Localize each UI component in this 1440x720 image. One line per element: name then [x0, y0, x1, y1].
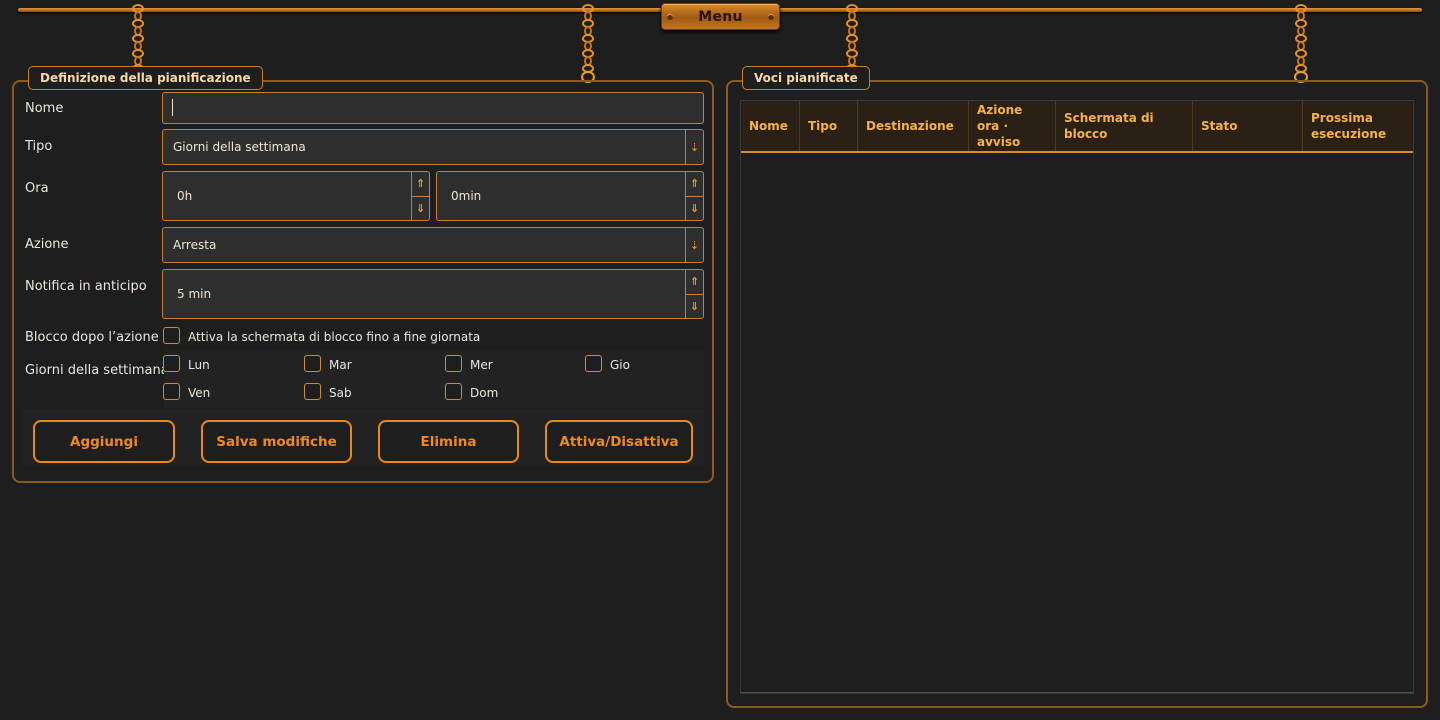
column-header-type[interactable]: Tipo: [800, 101, 858, 151]
minutes-stepper[interactable]: 0min ⇑ ⇓: [436, 171, 704, 221]
day-label-ven: Ven: [188, 386, 211, 400]
text-caret: [172, 99, 173, 116]
column-header-name[interactable]: Nome: [741, 101, 800, 151]
column-header-status[interactable]: Stato: [1193, 101, 1303, 151]
spin-up-icon[interactable]: ⇑: [412, 172, 429, 196]
lock-label: Blocco dopo l’azione: [25, 330, 159, 345]
time-label: Ora: [25, 181, 49, 196]
chain-decoration: [581, 4, 595, 83]
spin-up-icon[interactable]: ⇑: [686, 270, 703, 294]
notify-stepper[interactable]: 5 min ⇑ ⇓: [162, 269, 704, 319]
column-header-action-time[interactable]: Azione ora · avviso: [969, 101, 1056, 151]
spin-down-icon[interactable]: ⇓: [686, 293, 703, 319]
column-header-destination[interactable]: Destinazione: [858, 101, 969, 151]
day-checkbox-lun[interactable]: [163, 355, 180, 372]
action-select[interactable]: Arresta ⇣: [162, 227, 704, 263]
save-changes-button[interactable]: Salva modifiche: [201, 420, 352, 463]
column-header-next-run[interactable]: Prossima esecuzione: [1303, 101, 1413, 151]
scheduled-items-title: Voci pianificate: [742, 66, 870, 90]
type-select[interactable]: Giorni della settimana ⇣: [162, 129, 704, 165]
dropdown-arrow-icon[interactable]: ⇣: [685, 228, 703, 262]
action-value: Arresta: [173, 238, 217, 252]
notify-value: 5 min: [177, 287, 212, 301]
column-header-lock-screen[interactable]: Schermata di blocco: [1056, 101, 1193, 151]
action-label: Azione: [25, 237, 69, 252]
bolt-icon: [667, 14, 673, 20]
table-bottom-border: [741, 692, 1413, 693]
spin-down-icon[interactable]: ⇓: [686, 195, 703, 221]
day-label-dom: Dom: [470, 386, 499, 400]
minutes-value: 0min: [451, 189, 482, 203]
scheduled-items-table: Nome Tipo Destinazione Azione ora · avvi…: [740, 100, 1414, 694]
delete-button[interactable]: Elimina: [378, 420, 519, 463]
day-checkbox-sab[interactable]: [304, 383, 321, 400]
bolt-icon: [768, 14, 774, 20]
scheduled-items-panel: Voci pianificate Nome Tipo Destinazione …: [726, 66, 1428, 708]
spin-up-icon[interactable]: ⇑: [686, 172, 703, 196]
hours-stepper[interactable]: 0h ⇑ ⇓: [162, 171, 430, 221]
hours-value: 0h: [177, 189, 193, 203]
day-checkbox-ven[interactable]: [163, 383, 180, 400]
day-label-mar: Mar: [329, 358, 352, 372]
table-header: Nome Tipo Destinazione Azione ora · avvi…: [741, 101, 1413, 153]
schedule-definition-panel: Definizione della pianificazione Nome Ti…: [12, 66, 714, 483]
chain-decoration: [131, 4, 145, 73]
schedule-definition-title: Definizione della pianificazione: [28, 66, 263, 90]
day-label-sab: Sab: [329, 386, 352, 400]
day-checkbox-dom[interactable]: [445, 383, 462, 400]
weekdays-group: Lun Mar Mer Gio Ven Sab Dom: [163, 350, 704, 408]
lock-checkbox[interactable]: [163, 327, 180, 344]
type-label: Tipo: [25, 139, 53, 154]
weekdays-label: Giorni della settimana: [25, 363, 169, 378]
menu-button[interactable]: Menu: [661, 3, 780, 30]
day-label-lun: Lun: [188, 358, 210, 372]
chain-decoration: [1294, 4, 1308, 83]
actions-bar: Aggiungi Salva modifiche Elimina Attiva/…: [22, 410, 704, 466]
name-input[interactable]: [162, 92, 704, 124]
day-checkbox-mer[interactable]: [445, 355, 462, 372]
day-label-gio: Gio: [610, 358, 630, 372]
name-label: Nome: [25, 101, 64, 116]
dropdown-arrow-icon[interactable]: ⇣: [685, 130, 703, 164]
day-checkbox-mar[interactable]: [304, 355, 321, 372]
type-value: Giorni della settimana: [173, 140, 306, 154]
spin-down-icon[interactable]: ⇓: [412, 195, 429, 221]
lock-checkbox-label: Attiva la schermata di blocco fino a fin…: [188, 330, 481, 344]
day-checkbox-gio[interactable]: [585, 355, 602, 372]
toggle-button[interactable]: Attiva/Disattiva: [545, 420, 693, 463]
day-label-mer: Mer: [470, 358, 493, 372]
add-button[interactable]: Aggiungi: [33, 420, 175, 463]
menu-label: Menu: [698, 8, 743, 25]
notify-label: Notifica in anticipo: [25, 279, 147, 294]
